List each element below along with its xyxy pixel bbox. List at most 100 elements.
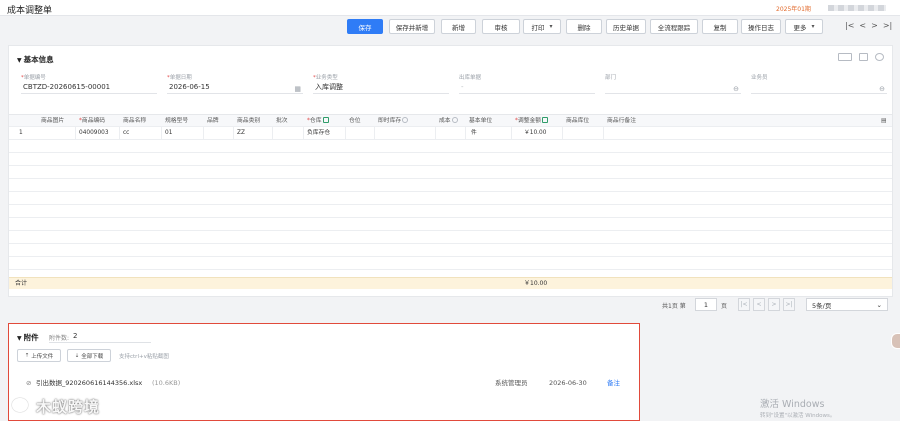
empty-row[interactable] xyxy=(9,218,892,231)
select-icon[interactable]: ⊖ xyxy=(733,83,739,95)
print-button[interactable]: 打印 ▾ xyxy=(523,19,561,34)
title-bar: 成本调整单 2025年01期 xyxy=(0,0,900,16)
first-record-icon[interactable]: |< xyxy=(845,21,854,30)
download-icon: ⇣ xyxy=(74,352,80,359)
chevron-down-icon: ⌄ xyxy=(876,300,882,309)
batch-edit-icon[interactable] xyxy=(322,117,329,123)
gear-icon[interactable] xyxy=(875,53,884,61)
cell-unit[interactable]: 件 xyxy=(471,127,477,140)
empty-row[interactable] xyxy=(9,192,892,205)
config-icon[interactable] xyxy=(859,53,868,61)
layout-icon[interactable] xyxy=(838,53,852,61)
document-panel: ▼ 基本信息 *单据编号 CBTZD-20260615-00001 *单据日期 2… xyxy=(8,45,893,297)
grid-header: 商品图片 *商品编码 商品名称 规格型号 品牌 商品类别 批次 *仓库 仓位 即… xyxy=(9,114,892,127)
empty-row[interactable] xyxy=(9,166,892,179)
page-total-text: 共1页 第 xyxy=(662,303,686,310)
table-row[interactable]: 1 04009003 cc 01 ZZ 负库存仓 件 ￥10.00 xyxy=(9,127,892,140)
prev-record-icon[interactable]: < xyxy=(859,21,866,30)
outbound-doc-value: - xyxy=(459,81,595,94)
divider xyxy=(49,342,151,343)
file-name-link[interactable]: 引出数据_920260616144356.xlsx xyxy=(36,376,142,390)
empty-row[interactable] xyxy=(9,257,892,270)
cell-spec[interactable]: 01 xyxy=(165,127,172,140)
basic-info-label: 基本信息 xyxy=(23,55,54,64)
file-uploader: 系统管理员 xyxy=(495,379,528,387)
upload-button[interactable]: ⇡ 上传文件 xyxy=(17,349,61,362)
download-all-button[interactable]: ⇣ 全部下载 xyxy=(67,349,111,362)
attachment-title-label: 附件 xyxy=(23,333,39,342)
prev-page-button[interactable]: < xyxy=(753,298,765,311)
department-input[interactable]: ⊖ xyxy=(605,81,741,94)
next-record-icon[interactable]: > xyxy=(871,21,878,30)
attachment-title[interactable]: ▼ 附件 xyxy=(17,332,39,343)
basic-info-title[interactable]: ▼ 基本信息 xyxy=(17,54,54,65)
business-type-select[interactable]: 入库调整 xyxy=(313,81,449,94)
empty-row[interactable] xyxy=(9,153,892,166)
flow-trace-button[interactable]: 全流程跟踪 xyxy=(650,19,698,34)
new-button[interactable]: 新增 xyxy=(441,19,476,34)
file-remark-link[interactable]: 备注 xyxy=(607,376,620,390)
last-page-button[interactable]: >| xyxy=(783,298,795,311)
row-index: 1 xyxy=(19,130,23,136)
chevron-down-icon: ▾ xyxy=(811,23,815,30)
windows-activation-notice: 激活 Windows 转到"设置"以激活 Windows。 xyxy=(760,396,835,419)
attachment-panel: ▼ 附件 附件数: 2 ⇡ 上传文件 ⇣ 全部下载 支持ctrl+v粘贴截图 ⊘ 引出… xyxy=(8,323,640,421)
empty-row[interactable] xyxy=(9,231,892,244)
salesperson-input[interactable]: ⊖ xyxy=(751,81,887,94)
history-button[interactable]: 历史单据 xyxy=(606,19,646,34)
empty-row[interactable] xyxy=(9,140,892,153)
delete-button[interactable]: 删除 xyxy=(566,19,602,34)
calendar-icon[interactable]: ▦ xyxy=(294,83,301,95)
total-row: 合计 ￥10.00 xyxy=(9,277,892,289)
assistant-avatar[interactable] xyxy=(891,333,900,349)
list-item: ⊘ 引出数据_920260616144356.xlsx (10.6KB) 系统管… xyxy=(9,376,639,390)
empty-row[interactable] xyxy=(9,244,892,257)
upload-icon: ⇡ xyxy=(24,352,30,359)
chevron-down-icon: ▾ xyxy=(549,23,553,30)
first-page-button[interactable]: |< xyxy=(738,298,750,311)
empty-row[interactable] xyxy=(9,179,892,192)
copy-button[interactable]: 复制 xyxy=(702,19,738,34)
operation-log-button[interactable]: 操作日志 xyxy=(741,19,781,34)
detail-grid: 商品图片 *商品编码 商品名称 规格型号 品牌 商品类别 批次 *仓库 仓位 即… xyxy=(9,114,892,270)
pagination: 共1页 第 1 页 |< < > >| 5条/页 ⌄ xyxy=(0,297,900,313)
watermark-text: 木蚁跨境 xyxy=(10,396,100,417)
record-navigation: |< < > >| xyxy=(845,21,892,30)
page-size-select[interactable]: 5条/页 ⌄ xyxy=(806,298,888,311)
attachment-count-label: 附件数: xyxy=(49,335,70,342)
cell-name[interactable]: cc xyxy=(123,127,129,140)
accounting-period: 2025年01期 xyxy=(776,6,811,13)
total-amount: ￥10.00 xyxy=(524,280,548,287)
empty-row[interactable] xyxy=(9,205,892,218)
cell-category[interactable]: ZZ xyxy=(237,127,245,140)
attachment-count: 2 xyxy=(73,332,78,340)
doc-number-field: *单据编号 CBTZD-20260615-00001 xyxy=(21,73,157,94)
save-button[interactable]: 保存 xyxy=(347,19,383,34)
save-and-new-button[interactable]: 保存并新增 xyxy=(389,19,435,34)
batch-edit-icon[interactable] xyxy=(542,117,549,123)
doc-date-input[interactable]: 2026-06-15 ▦ xyxy=(167,81,303,94)
page-suffix: 页 xyxy=(721,303,728,310)
col-amount-label: 调整金额 xyxy=(517,118,542,124)
more-button[interactable]: 更多 ▾ xyxy=(785,19,823,34)
cell-amount[interactable]: ￥10.00 xyxy=(524,127,546,140)
more-label: 更多 xyxy=(793,23,807,32)
select-icon[interactable]: ⊖ xyxy=(879,83,885,95)
last-record-icon[interactable]: >| xyxy=(883,21,892,30)
audit-button[interactable]: 审核 xyxy=(482,19,520,34)
paperclip-icon: ⊘ xyxy=(26,379,32,387)
collapse-icon: ▼ xyxy=(17,335,22,342)
help-icon[interactable] xyxy=(451,117,458,123)
page-number-input[interactable]: 1 xyxy=(695,298,717,311)
file-date: 2026-06-30 xyxy=(549,379,587,387)
activation-subtitle: 转到"设置"以激活 Windows。 xyxy=(760,413,836,419)
col-stock-label: 即时库存 xyxy=(378,118,402,124)
next-page-button[interactable]: > xyxy=(768,298,780,311)
cell-code[interactable]: 04009003 xyxy=(79,127,109,140)
panel-tools xyxy=(838,53,884,61)
upload-label: 上传文件 xyxy=(31,353,54,360)
department-field: 部门 ⊖ xyxy=(605,73,741,94)
help-icon[interactable] xyxy=(402,117,409,123)
file-size: (10.6KB) xyxy=(152,379,181,387)
cell-warehouse[interactable]: 负库存仓 xyxy=(307,127,330,140)
